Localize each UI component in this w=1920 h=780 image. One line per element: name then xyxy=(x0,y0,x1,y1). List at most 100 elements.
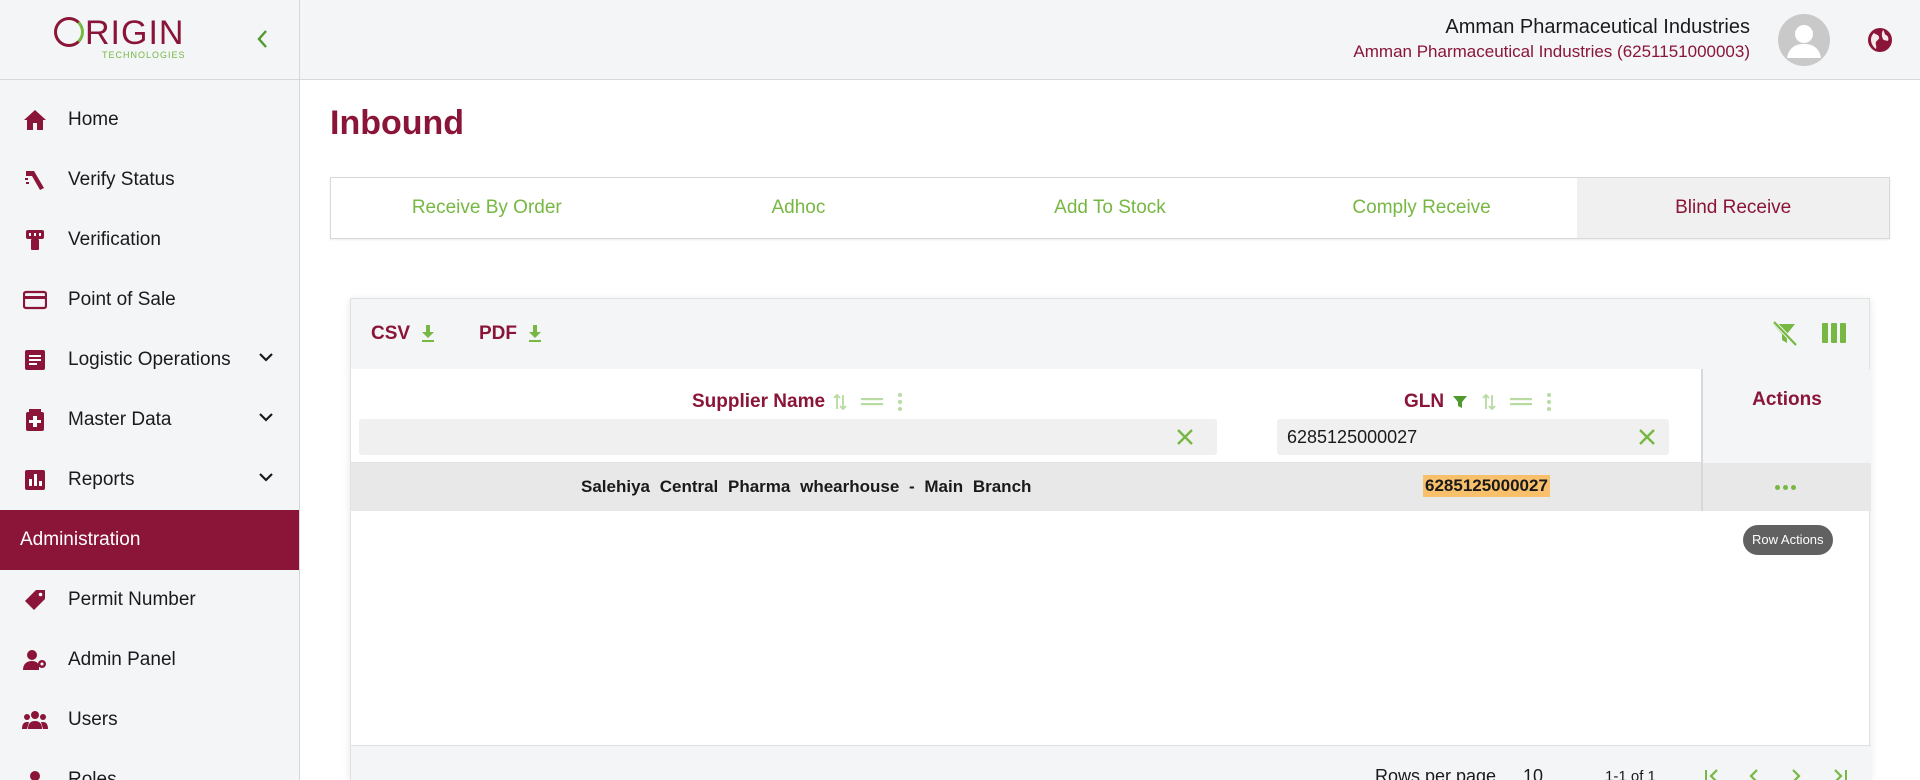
sidebar-item-label: Home xyxy=(68,109,119,130)
tab-comply-receive[interactable]: Comply Receive xyxy=(1266,178,1578,238)
first-page-icon[interactable] xyxy=(1703,768,1721,780)
sidebar-section-administration: Administration xyxy=(0,510,299,570)
cell-supplier-name: Salehiya Central Pharma whearhouse - Mai… xyxy=(581,477,1032,496)
collapse-sidebar-button[interactable] xyxy=(255,28,275,52)
sidebar-item-verify-status[interactable]: Verify Status xyxy=(0,150,299,210)
sidebar-item-roles[interactable]: Roles xyxy=(0,750,299,780)
download-icon xyxy=(422,325,435,342)
credit-card-icon xyxy=(22,287,48,313)
column-header-gln[interactable]: GLN xyxy=(1404,391,1552,413)
sort-icon[interactable] xyxy=(1482,392,1496,412)
user-avatar-icon xyxy=(1787,25,1821,58)
clear-supplier-filter-icon[interactable] xyxy=(1175,427,1195,447)
column-menu-icon[interactable] xyxy=(1546,392,1552,412)
rows-per-page-label: Rows per page xyxy=(1375,766,1497,780)
row-actions-button[interactable] xyxy=(1767,475,1803,499)
sidebar-item-label: Master Data xyxy=(68,409,172,430)
roles-icon xyxy=(22,767,48,780)
sidebar-item-logistic-operations[interactable]: Logistic Operations xyxy=(0,330,299,390)
column-title: Supplier Name xyxy=(692,391,826,412)
sidebar-item-master-data[interactable]: Master Data xyxy=(0,390,299,450)
sidebar-item-label: Roles xyxy=(68,769,117,780)
master-data-icon xyxy=(22,407,48,433)
gln-filter-input[interactable] xyxy=(1277,419,1669,455)
tab-add-to-stock[interactable]: Add To Stock xyxy=(954,178,1266,238)
top-bar: Amman Pharmaceutical Industries Amman Ph… xyxy=(300,0,1920,80)
chevron-left-icon xyxy=(257,30,267,48)
grid-header: Supplier Name GLN xyxy=(351,369,1871,463)
sidebar-item-permit-number[interactable]: Permit Number xyxy=(0,570,299,630)
page-title: Inbound xyxy=(330,104,465,142)
table-row[interactable]: Salehiya Central Pharma whearhouse - Mai… xyxy=(351,463,1871,511)
actions-divider xyxy=(1701,369,1703,511)
organization-id: Amman Pharmaceutical Industries (6251151… xyxy=(1353,42,1750,61)
pdf-label: PDF xyxy=(479,323,517,344)
column-menu-icon[interactable] xyxy=(897,392,903,412)
pagination-range: 1-1 of 1 xyxy=(1605,768,1656,780)
chevron-down-icon xyxy=(258,350,274,368)
origin-logo: RIGIN TECHNOLOGIES xyxy=(54,16,204,60)
clear-gln-filter-icon[interactable] xyxy=(1637,427,1657,447)
logo-area: RIGIN TECHNOLOGIES xyxy=(0,0,299,80)
export-csv-button[interactable]: CSV xyxy=(371,323,436,345)
avatar[interactable] xyxy=(1778,14,1830,66)
tab-receive-by-order[interactable]: Receive By Order xyxy=(331,178,643,238)
supplier-filter-input[interactable] xyxy=(359,419,1217,455)
filter-active-icon[interactable] xyxy=(1452,394,1468,410)
sidebar: RIGIN TECHNOLOGIES Home Verify Status Ve… xyxy=(0,0,300,780)
tab-adhoc[interactable]: Adhoc xyxy=(643,178,955,238)
chevron-down-icon xyxy=(258,410,274,428)
logistics-icon xyxy=(22,347,48,373)
column-title: GLN xyxy=(1404,391,1445,412)
sidebar-item-label: Admin Panel xyxy=(68,649,176,670)
sort-icon[interactable] xyxy=(833,392,847,412)
column-header-supplier-name[interactable]: Supplier Name xyxy=(692,391,903,413)
clear-filters-button[interactable] xyxy=(1771,320,1799,352)
data-grid: CSV PDF Supplier Name GLN 6285125000027 … xyxy=(350,298,1871,780)
reports-icon xyxy=(22,467,48,493)
home-icon xyxy=(22,107,48,133)
sidebar-item-reports[interactable]: Reports xyxy=(0,450,299,510)
sidebar-item-label: Verification xyxy=(68,229,161,250)
sidebar-nav: Home Verify Status Verification Point of… xyxy=(0,90,299,780)
sidebar-item-admin-panel[interactable]: Admin Panel xyxy=(0,630,299,690)
csv-label: CSV xyxy=(371,323,411,344)
admin-panel-icon xyxy=(22,647,48,673)
grid-footer: Rows per page 10 1-1 of 1 xyxy=(351,745,1871,780)
language-globe-icon[interactable] xyxy=(1866,26,1894,54)
sidebar-item-label: Reports xyxy=(68,469,135,490)
columns-button[interactable] xyxy=(1821,321,1847,350)
column-drag-icon[interactable] xyxy=(861,396,884,408)
row-actions-tooltip: Row Actions xyxy=(1743,525,1833,555)
column-drag-icon[interactable] xyxy=(1510,396,1533,408)
sidebar-item-label: Verify Status xyxy=(68,169,175,190)
sidebar-item-users[interactable]: Users xyxy=(0,690,299,750)
verify-status-icon xyxy=(22,167,48,193)
download-icon xyxy=(529,325,541,342)
rows-per-page-select[interactable]: 10 xyxy=(1523,766,1543,780)
sidebar-item-label: Point of Sale xyxy=(68,289,176,310)
export-pdf-button[interactable]: PDF xyxy=(479,323,543,345)
inbound-tabs: Receive By Order Adhoc Add To Stock Comp… xyxy=(330,177,1890,239)
next-page-icon[interactable] xyxy=(1789,768,1803,780)
sidebar-item-verification[interactable]: Verification xyxy=(0,210,299,270)
more-horizontal-icon xyxy=(1774,484,1780,490)
sidebar-item-label: Logistic Operations xyxy=(68,349,231,370)
sidebar-item-label: Permit Number xyxy=(68,589,196,610)
chevron-down-icon xyxy=(258,470,274,488)
tag-icon xyxy=(22,587,48,613)
column-header-actions: Actions xyxy=(1752,389,1822,410)
sidebar-item-home[interactable]: Home xyxy=(0,90,299,150)
tab-blind-receive[interactable]: Blind Receive xyxy=(1577,178,1889,238)
last-page-icon[interactable] xyxy=(1831,768,1849,780)
grid-toolbar: CSV PDF xyxy=(351,299,1869,369)
filter-off-icon xyxy=(1772,320,1798,347)
previous-page-icon[interactable] xyxy=(1747,768,1761,780)
cell-gln: 6285125000027 xyxy=(1423,475,1550,497)
organization-info: Amman Pharmaceutical Industries Amman Ph… xyxy=(1353,14,1750,64)
sidebar-item-label: Users xyxy=(68,709,118,730)
sidebar-item-point-of-sale[interactable]: Point of Sale xyxy=(0,270,299,330)
view-columns-icon xyxy=(1822,323,1846,343)
actions-column-header xyxy=(1703,369,1871,463)
organization-name: Amman Pharmaceutical Industries xyxy=(1445,16,1750,38)
